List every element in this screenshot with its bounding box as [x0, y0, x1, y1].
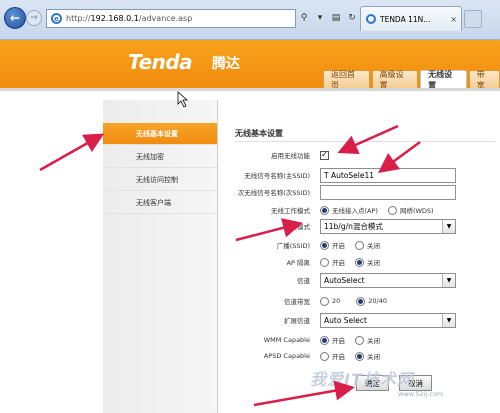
netmode-select[interactable]: 11b/g/n混合模式 ▼	[320, 218, 456, 234]
tab-favicon-icon	[366, 14, 376, 24]
back-arrow-icon[interactable]: ←	[4, 7, 26, 29]
mode-ap-radio[interactable]	[320, 205, 329, 215]
sidebar-item-clients[interactable]: 无线客户端	[103, 192, 217, 214]
isolation-on-label: 开启	[332, 259, 345, 267]
enable-label: 启用无线功能	[271, 152, 310, 160]
browser-toolbar: ← → e http://192.168.0.1/advance.asp ⚲ ▾…	[0, 0, 500, 40]
row-ssid1: 无线信号名称(主SSID) T AutoSele11	[220, 166, 500, 184]
isolation-label: AP 隔离	[286, 259, 310, 267]
refresh-icon[interactable]: ↻	[346, 11, 358, 25]
arrow-sidebar	[39, 133, 105, 172]
mode-wds-label: 网桥(WDS)	[399, 207, 434, 215]
wmm-on-label: 开启	[332, 337, 345, 345]
isolation-on-radio[interactable]	[320, 257, 329, 267]
netmode-label: 网络模式	[284, 223, 310, 231]
forward-arrow-icon[interactable]: →	[26, 10, 42, 26]
ssid2-label: 次无线信号名称(次SSID)	[237, 189, 310, 197]
row-isolation: AP 隔离 开启 关闭	[220, 253, 500, 271]
section-title: 无线基本设置	[235, 129, 283, 138]
mode-ap-label: 无线接入点(AP)	[332, 207, 378, 215]
wmm-on-radio[interactable]	[320, 335, 329, 345]
row-netmode: 网络模式 11b/g/n混合模式 ▼	[220, 217, 500, 235]
bw-20-radio[interactable]	[320, 296, 329, 306]
row-bandwidth: 信道带宽 20 20/40	[220, 292, 500, 310]
mode-wds-radio[interactable]	[387, 205, 397, 215]
row-enable: 启用无线功能 ✓	[220, 146, 500, 164]
search-icon[interactable]: ⚲	[298, 11, 310, 25]
ssid1-input[interactable]: T AutoSele11	[320, 167, 456, 183]
close-icon[interactable]: ×	[450, 15, 457, 24]
broadcast-off-label: 关闭	[367, 242, 380, 250]
broadcast-off-radio[interactable]	[355, 240, 364, 250]
tenda-logo-cn: 腾达	[212, 56, 240, 72]
dropdown-icon[interactable]: ▾	[314, 11, 326, 25]
ext-channel-select[interactable]: Auto Select ▼	[320, 312, 456, 328]
wmm-off-label: 关闭	[367, 337, 380, 345]
channel-select[interactable]: AutoSelect ▼	[320, 272, 456, 288]
wmm-label: WMM Capable	[263, 336, 310, 344]
enable-wireless-checkbox[interactable]: ✓	[320, 150, 329, 160]
bandwidth-label: 信道带宽	[284, 298, 310, 306]
ie-icon: e	[51, 13, 62, 24]
top-nav: 返回首页 高级设置 无线设置 带宽	[323, 70, 500, 90]
row-channel: 信道 AutoSelect ▼	[220, 271, 500, 289]
bw-2040-label: 20/40	[368, 297, 388, 305]
broadcast-label: 广播(SSID)	[276, 242, 310, 250]
tab-home[interactable]: 返回首页	[323, 70, 370, 90]
ssid2-input[interactable]	[320, 184, 456, 200]
ext-channel-label: 扩展信道	[284, 317, 310, 325]
apsd-label: APSD Capable	[263, 352, 310, 360]
bw-2040-radio[interactable]	[356, 296, 366, 306]
tab-bandwidth[interactable]: 带宽	[468, 70, 500, 90]
row-broadcast: 广播(SSID) 开启 关闭	[220, 236, 500, 254]
apsd-off-label: 关闭	[367, 353, 380, 361]
tab-wireless[interactable]: 无线设置	[420, 70, 467, 90]
wmm-off-radio[interactable]	[355, 335, 364, 345]
address-bar[interactable]: e http://192.168.0.1/advance.asp	[46, 9, 296, 28]
sidebar-item-security[interactable]: 无线加密	[103, 146, 217, 168]
broadcast-on-label: 开启	[332, 242, 345, 250]
isolation-off-label: 关闭	[367, 259, 380, 267]
tab-advanced[interactable]: 高级设置	[371, 70, 419, 90]
new-tab-button[interactable]	[464, 10, 482, 28]
url-text: http://192.168.0.1/advance.asp	[66, 14, 193, 23]
tenda-logo: Tenda	[128, 50, 193, 74]
bw-20-label: 20	[332, 297, 341, 305]
section-divider	[235, 141, 495, 142]
chevron-down-icon: ▼	[442, 313, 455, 327]
tab-title: TENDA 11N...	[380, 14, 431, 24]
apsd-on-label: 开启	[332, 353, 345, 361]
broadcast-on-radio[interactable]	[320, 240, 329, 250]
mode-label: 无线工作模式	[271, 207, 310, 215]
row-ext-channel: 扩展信道 Auto Select ▼	[220, 311, 500, 329]
channel-label: 信道	[297, 277, 310, 285]
sidebar: 无线基本设置 无线加密 无线访问控制 无线客户端	[103, 100, 218, 413]
apsd-on-radio[interactable]	[320, 351, 329, 361]
watermark-text: 我爱IT技术网	[310, 370, 414, 389]
ssid1-label: 无线信号名称(主SSID)	[244, 172, 310, 180]
row-ssid2: 次无线信号名称(次SSID)	[220, 183, 500, 201]
isolation-off-radio[interactable]	[355, 257, 364, 267]
sidebar-item-access-control[interactable]: 无线访问控制	[103, 169, 217, 191]
watermark-url: www.52ij.com	[398, 390, 444, 398]
chevron-down-icon: ▼	[442, 273, 455, 287]
row-apsd: APSD Capable 开启 关闭	[220, 347, 500, 365]
apsd-off-radio[interactable]	[355, 351, 364, 361]
chevron-down-icon: ▼	[442, 219, 455, 233]
browser-tab[interactable]: TENDA 11N... ×	[360, 6, 462, 31]
sidebar-item-basic[interactable]: 无线基本设置	[103, 123, 217, 145]
compat-view-icon[interactable]: ▤	[330, 11, 342, 25]
header-divider	[0, 88, 500, 91]
